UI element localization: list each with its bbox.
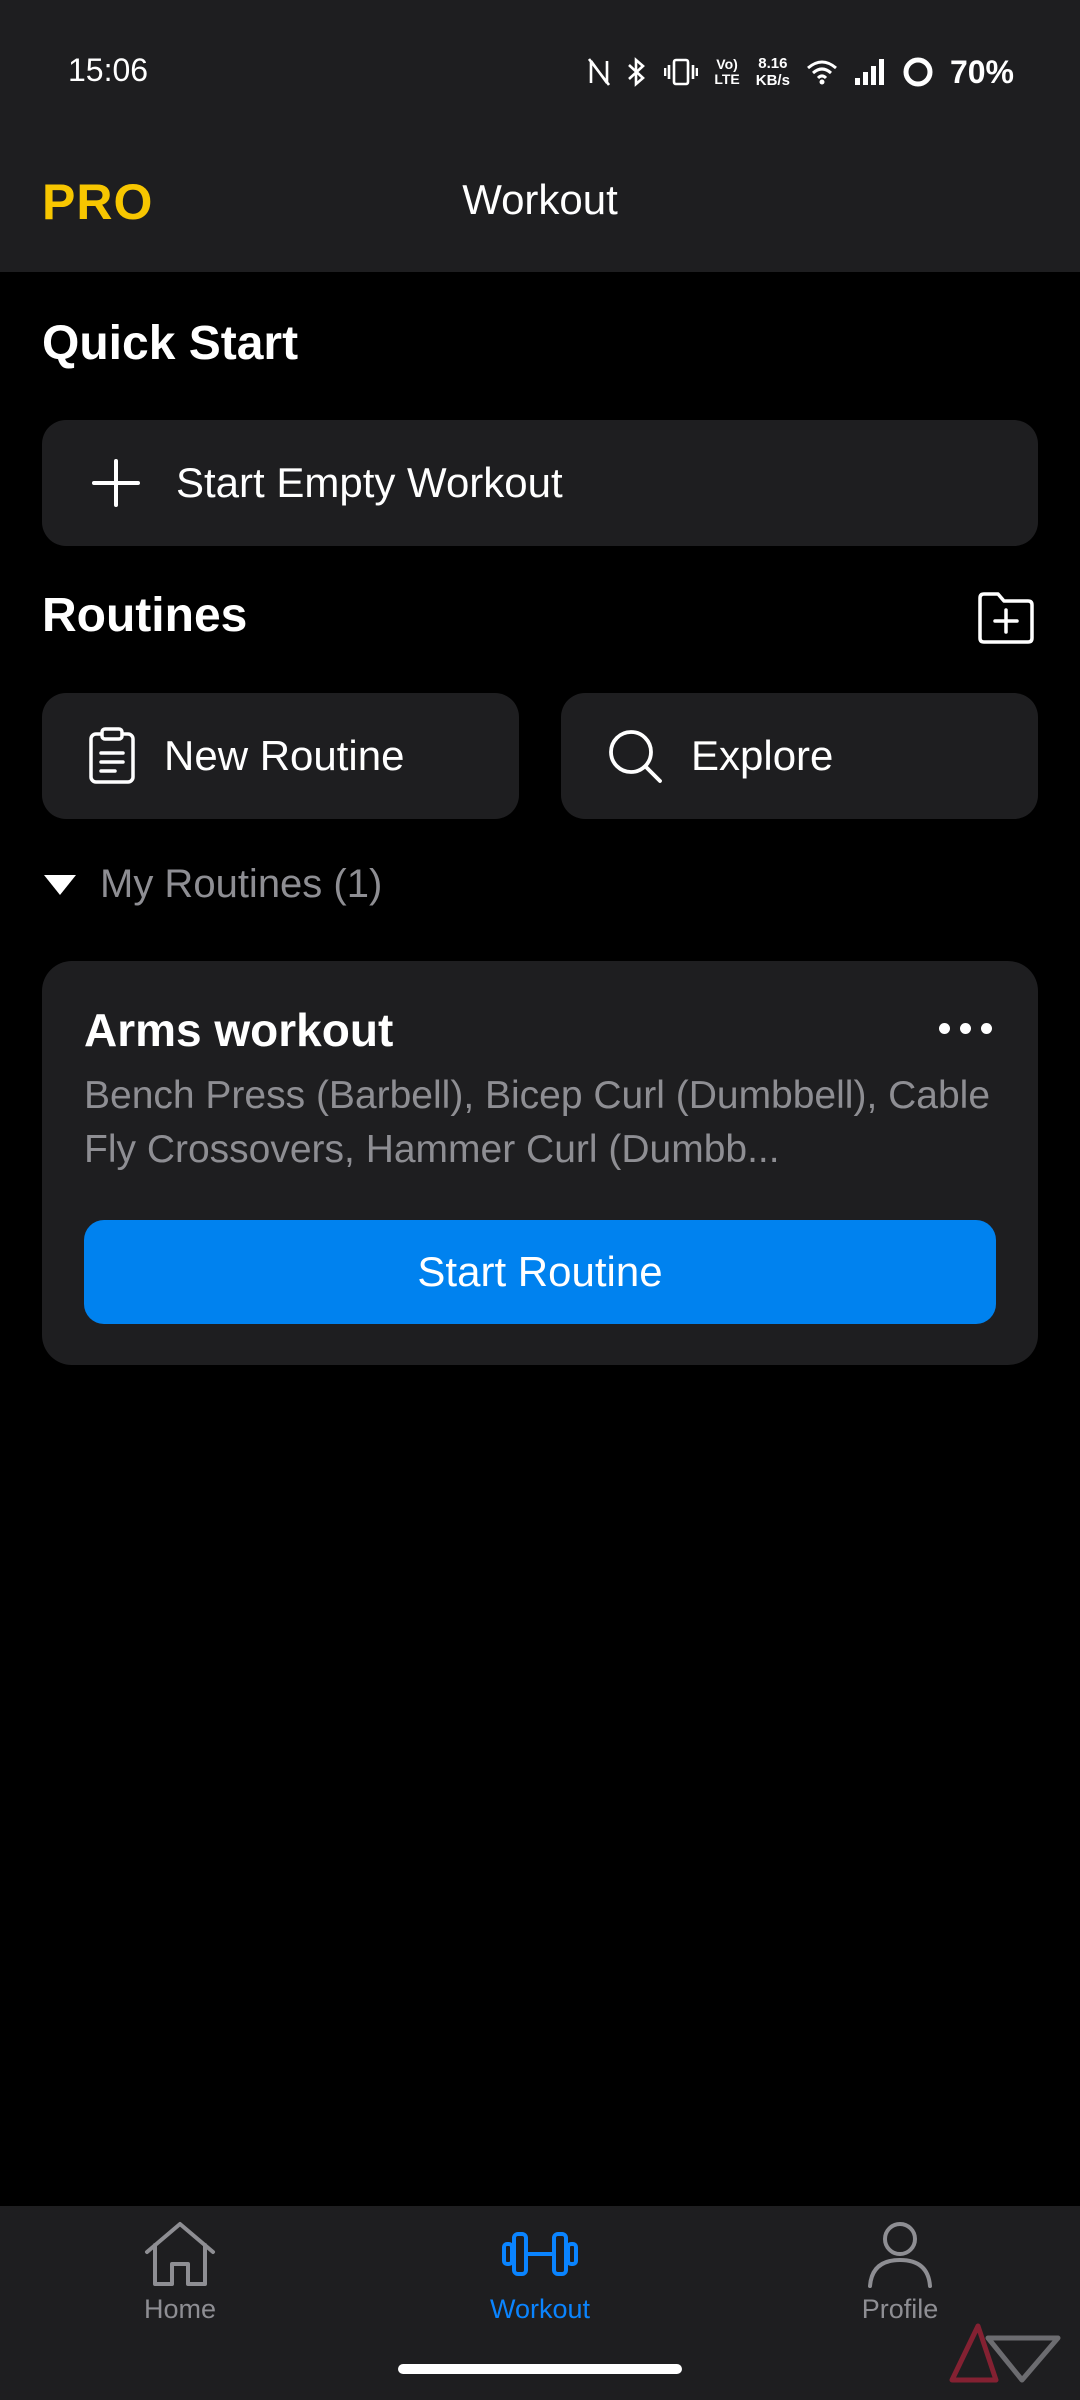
app-header: PRO Workout: [0, 140, 1080, 272]
net-speed-unit: KB/s: [755, 72, 790, 89]
clipboard-icon: [89, 727, 135, 784]
nav-workout-label: Workout: [489, 2294, 591, 2324]
routine-card[interactable]: Arms workout Bench Press (Barbell), Bice…: [42, 961, 1038, 1365]
battery-percent: 70%: [949, 53, 1014, 90]
watermark-logo-icon: [949, 2323, 1061, 2383]
new-routine-button[interactable]: New Routine: [42, 693, 519, 819]
status-icons: Vo) LTE 8.16 KB/s 70%: [588, 50, 1014, 94]
start-empty-workout-button[interactable]: Start Empty Workout: [42, 420, 1038, 546]
profile-icon: [868, 2222, 932, 2288]
net-speed: 8.16 KB/s: [756, 55, 790, 89]
status-bar: 15:06 Vo) LTE 8.16 KB/s 70%: [0, 0, 1080, 140]
battery-icon: [902, 56, 934, 88]
new-routine-label: New Routine: [164, 732, 405, 779]
routines-title: Routines: [42, 589, 248, 642]
my-routines-label: My Routines (1): [100, 862, 383, 906]
home-indicator[interactable]: [398, 2364, 682, 2374]
dumbbell-icon: [502, 2232, 578, 2276]
signal-icon: [854, 58, 886, 86]
page-title: Workout: [462, 176, 618, 223]
explore-button[interactable]: Explore: [561, 693, 1038, 819]
routine-exercises: Bench Press (Barbell), Bicep Curl (Dumbb…: [84, 1074, 991, 1171]
nav-home-label: Home: [143, 2294, 217, 2324]
plus-icon: [92, 459, 140, 507]
new-folder-icon[interactable]: [976, 590, 1036, 646]
explore-label: Explore: [691, 732, 834, 779]
bluetooth-icon: [626, 57, 648, 87]
start-empty-workout-label: Start Empty Workout: [176, 459, 563, 506]
more-options-icon[interactable]: [939, 1023, 992, 1034]
status-time: 15:06: [68, 52, 149, 88]
my-routines-toggle[interactable]: My Routines (1): [44, 862, 382, 907]
routine-name: Arms workout: [84, 1004, 394, 1056]
search-icon: [609, 730, 662, 783]
nav-home[interactable]: Home: [60, 2220, 300, 2325]
nav-profile-label: Profile: [861, 2294, 939, 2324]
start-routine-button[interactable]: Start Routine: [84, 1220, 996, 1324]
home-icon: [145, 2222, 215, 2286]
net-speed-value: 8.16: [758, 55, 788, 72]
vibrate-icon: [664, 58, 699, 86]
nav-workout[interactable]: Workout: [420, 2220, 660, 2325]
volte-top: Vo): [716, 56, 738, 72]
nfc-icon: [588, 58, 611, 86]
volte-indicator: Vo) LTE: [714, 57, 739, 87]
wifi-icon: [806, 59, 838, 85]
caret-down-icon: [44, 874, 76, 895]
nav-profile[interactable]: Profile: [780, 2220, 1020, 2325]
volte-bottom: LTE: [714, 71, 740, 87]
quick-start-title: Quick Start: [42, 317, 299, 370]
